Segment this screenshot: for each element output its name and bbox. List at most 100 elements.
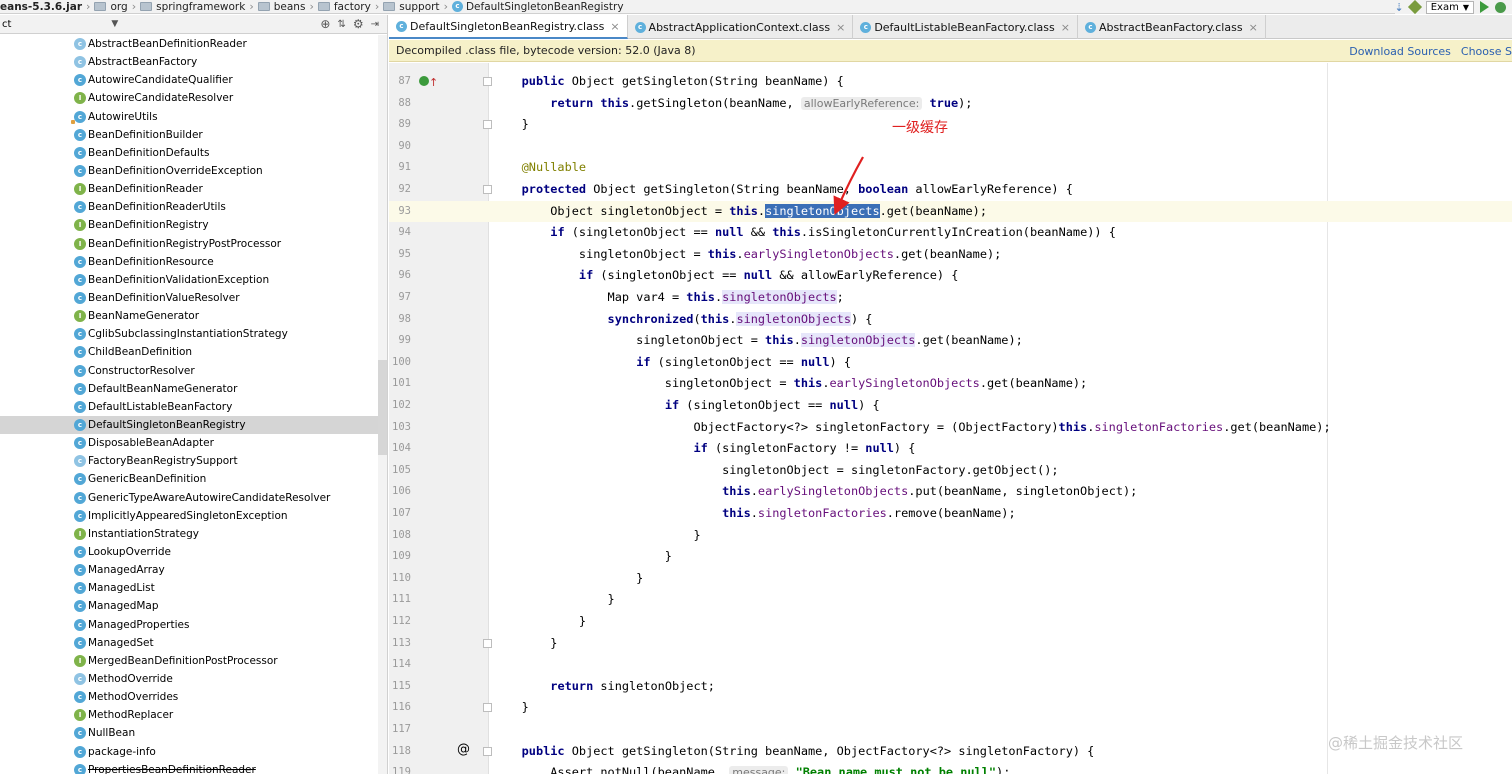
close-icon[interactable]: × (1249, 21, 1258, 34)
breadcrumb-item[interactable]: support (383, 0, 440, 13)
code-line[interactable]: 95 singletonObject = this.earlySingleton… (389, 244, 1512, 266)
class-tree-item[interactable]: c PropertiesBeanDefinitionReader (0, 761, 378, 774)
code-line[interactable]: 96 if (singletonObject == null && allowE… (389, 265, 1512, 287)
code-line[interactable]: 92 protected Object getSingleton(String … (389, 179, 1512, 201)
class-tree-item[interactable]: c ManagedSet (0, 634, 378, 652)
code-line[interactable]: 94 if (singletonObject == null && this.i… (389, 222, 1512, 244)
class-tree-item[interactable]: I InstantiationStrategy (0, 525, 378, 543)
code-line[interactable]: 110 } (389, 568, 1512, 590)
code-editor[interactable]: 87 ↑ public Object getSingleton(String be… (389, 63, 1512, 774)
class-tree-item[interactable]: c AbstractBeanDefinitionReader (0, 35, 378, 53)
code-line[interactable]: 90 (389, 136, 1512, 158)
code-line[interactable]: 115 return singletonObject; (389, 676, 1512, 698)
class-tree-item[interactable]: I MergedBeanDefinitionPostProcessor (0, 652, 378, 670)
class-tree-item[interactable]: c BeanDefinitionReaderUtils (0, 198, 378, 216)
code-line[interactable]: 87 ↑ public Object getSingleton(String be… (389, 71, 1512, 93)
breadcrumb-item[interactable]: springframework (140, 0, 245, 13)
class-tree-item[interactable]: c NullBean (0, 724, 378, 742)
run-config-select[interactable]: Exam ▼ (1425, 0, 1474, 14)
run-icon[interactable] (1480, 1, 1489, 13)
class-tree-item[interactable]: I BeanNameGenerator (0, 307, 378, 325)
code-line[interactable]: 102 if (singletonObject == null) { (389, 395, 1512, 417)
class-tree-item[interactable]: c FactoryBeanRegistrySupport (0, 452, 378, 470)
debug-icon[interactable] (1495, 1, 1506, 13)
code-line[interactable]: 89 } (389, 114, 1512, 136)
code-line[interactable]: 106 this.earlySingletonObjects.put(beanN… (389, 481, 1512, 503)
editor-tab[interactable]: c AbstractApplicationContext.class × (628, 15, 854, 39)
project-scrollbar[interactable] (378, 35, 387, 774)
code-line[interactable]: 104 if (singletonFactory != null) { (389, 438, 1512, 460)
close-icon[interactable]: × (610, 20, 619, 33)
class-tree-item[interactable]: c AutowireCandidateQualifier (0, 71, 378, 89)
class-tree-item[interactable]: c ImplicitlyAppearedSingletonException (0, 507, 378, 525)
class-tree-item[interactable]: c AbstractBeanFactory (0, 53, 378, 71)
class-tree-item[interactable]: c BeanDefinitionDefaults (0, 144, 378, 162)
code-line[interactable]: 113 } (389, 633, 1512, 655)
fold-marker-icon[interactable] (483, 638, 492, 648)
class-tree-item[interactable]: c DefaultBeanNameGenerator (0, 380, 378, 398)
scrollbar-thumb[interactable] (378, 360, 387, 455)
code-line[interactable]: 101 singletonObject = this.earlySingleto… (389, 373, 1512, 395)
code-line[interactable]: 114 (389, 654, 1512, 676)
class-tree-item[interactable]: c ManagedProperties (0, 616, 378, 634)
code-line[interactable]: 103 ObjectFactory<?> singletonFactory = … (389, 417, 1512, 439)
class-tree-item[interactable]: c DisposableBeanAdapter (0, 434, 378, 452)
class-tree-item[interactable]: c ManagedList (0, 579, 378, 597)
code-line[interactable]: 105 singletonObject = singletonFactory.g… (389, 460, 1512, 482)
class-tree-item[interactable]: c DefaultListableBeanFactory (0, 398, 378, 416)
code-line[interactable]: 109 } (389, 546, 1512, 568)
code-line[interactable]: 108 } (389, 525, 1512, 547)
class-tree-item[interactable]: c LookupOverride (0, 543, 378, 561)
class-tree-item[interactable]: c BeanDefinitionValueResolver (0, 289, 378, 307)
code-line[interactable]: 111 } (389, 589, 1512, 611)
fold-marker-icon[interactable] (483, 77, 492, 86)
arrow-back-icon[interactable]: ⇣ (1395, 1, 1404, 14)
override-at-icon[interactable]: @ (457, 743, 470, 756)
editor-tab[interactable]: c AbstractBeanFactory.class × (1078, 15, 1266, 39)
class-tree-item[interactable]: I MethodReplacer (0, 706, 378, 724)
fold-marker-icon[interactable] (483, 120, 492, 130)
class-tree-item[interactable]: c CglibSubclassingInstantiationStrategy (0, 325, 378, 343)
breadcrumb-item[interactable]: org (94, 0, 128, 13)
chevron-down-icon[interactable]: ▼ (111, 19, 118, 29)
code-line[interactable]: 112 } (389, 611, 1512, 633)
code-line[interactable]: 99 singletonObject = this.singletonObjec… (389, 330, 1512, 352)
class-tree-item[interactable]: c MethodOverride (0, 670, 378, 688)
class-tree-item[interactable]: c BeanDefinitionBuilder (0, 126, 378, 144)
code-line[interactable]: 116 } (389, 697, 1512, 719)
class-tree-item[interactable]: c DefaultSingletonBeanRegistry (0, 415, 378, 435)
build-hammer-icon[interactable] (1407, 0, 1422, 15)
class-tree-item[interactable]: c ConstructorResolver (0, 362, 378, 380)
class-tree-item[interactable]: c BeanDefinitionOverrideException (0, 162, 378, 180)
class-tree-item[interactable]: I AutowireCandidateResolver (0, 89, 378, 107)
class-tree-item[interactable]: c BeanDefinitionValidationException (0, 271, 378, 289)
close-icon[interactable]: × (1061, 21, 1070, 34)
collapse-all-icon[interactable]: ⇅ (337, 19, 345, 30)
class-tree-item[interactable]: c MethodOverrides (0, 688, 378, 706)
code-line[interactable]: 88 return this.getSingleton(beanName, al… (389, 93, 1512, 115)
class-tree-item[interactable]: I BeanDefinitionRegistryPostProcessor (0, 235, 378, 253)
code-line[interactable]: 100 if (singletonObject == null) { (389, 352, 1512, 374)
class-tree-item[interactable]: I BeanDefinitionReader (0, 180, 378, 198)
code-line[interactable]: 91 @Nullable (389, 157, 1512, 179)
breadcrumb-item[interactable]: beans (257, 0, 305, 13)
implements-icon[interactable]: ↑ (419, 76, 438, 90)
class-tree-item[interactable]: c AutowireUtils (0, 108, 378, 126)
code-line[interactable]: 119 Assert.notNull(beanName, message: "B… (389, 762, 1512, 774)
fold-marker-icon[interactable] (483, 746, 492, 756)
close-icon[interactable]: × (836, 21, 845, 34)
code-line[interactable]: 98 synchronized(this.singletonObjects) { (389, 309, 1512, 331)
class-tree-item[interactable]: c ChildBeanDefinition (0, 343, 378, 361)
choose-sources-link[interactable]: Choose S (1461, 45, 1512, 58)
code-line[interactable]: 93 Object singletonObject = this.singlet… (389, 200, 1512, 223)
class-tree-item[interactable]: c ManagedMap (0, 597, 378, 615)
breadcrumb-item[interactable]: factory (317, 0, 371, 13)
class-tree-item[interactable]: I BeanDefinitionRegistry (0, 216, 378, 234)
class-tree-item[interactable]: c package-info (0, 742, 378, 760)
fold-marker-icon[interactable] (483, 185, 492, 194)
editor-tab[interactable]: c DefaultListableBeanFactory.class × (853, 15, 1078, 39)
locate-icon[interactable]: ⊕ (320, 17, 330, 31)
class-tree-item[interactable]: c BeanDefinitionResource (0, 253, 378, 271)
editor-tab[interactable]: c DefaultSingletonBeanRegistry.class × (389, 15, 628, 39)
hide-panel-icon[interactable]: ⇥ (371, 19, 379, 30)
